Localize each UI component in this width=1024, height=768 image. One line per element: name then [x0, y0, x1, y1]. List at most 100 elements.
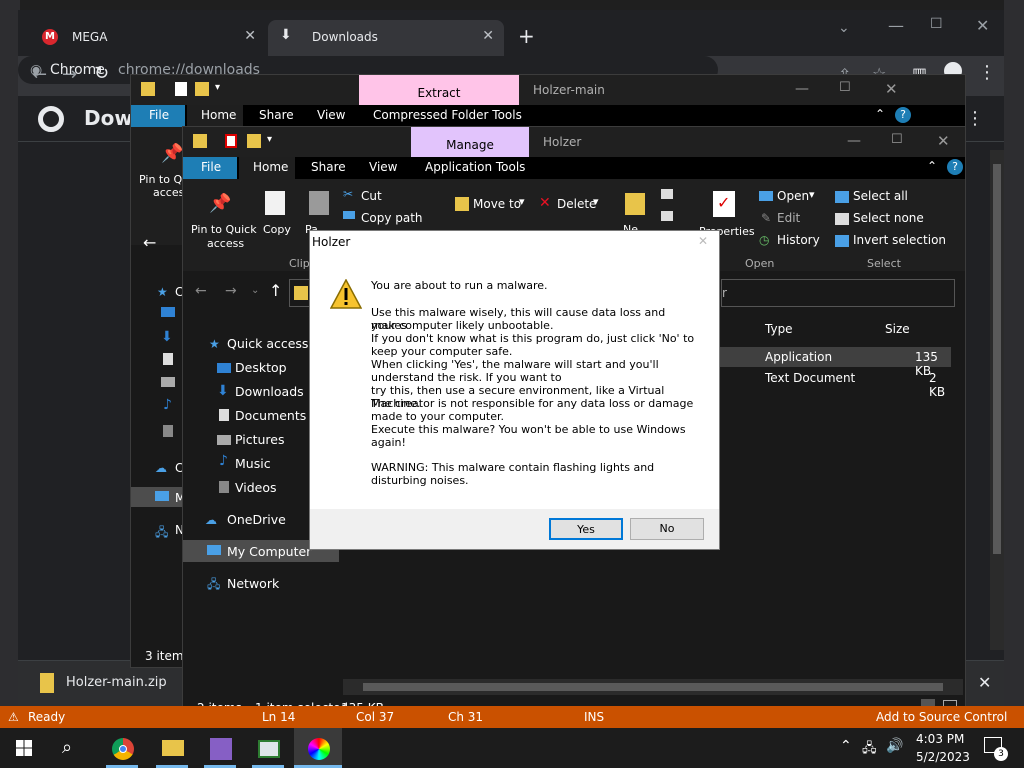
tab-label: Downloads — [312, 30, 378, 44]
move-to-button[interactable]: Move to — [473, 197, 521, 211]
forward-arrow-icon[interactable]: → — [225, 283, 237, 299]
chevron-down-icon[interactable]: ⌄ — [838, 20, 850, 36]
select-none-button[interactable]: Select none — [853, 211, 924, 225]
visual-studio-icon — [210, 738, 232, 760]
close-window-icon[interactable]: ✕ — [885, 80, 898, 98]
close-icon[interactable]: ✕ — [244, 28, 256, 44]
copy-icon — [265, 191, 285, 215]
windows-start-icon[interactable] — [16, 740, 32, 756]
more-menu-icon[interactable]: ⋮ — [966, 108, 984, 129]
vertical-scrollbar[interactable] — [990, 150, 1004, 650]
back-arrow-icon[interactable]: ← — [143, 233, 156, 252]
extract-context-tab[interactable]: Extract — [359, 75, 519, 105]
edit-button[interactable]: Edit — [777, 211, 800, 225]
recent-locations-icon[interactable]: ⌄ — [251, 285, 259, 296]
pin-to-quick-access-button[interactable]: Pin to Quick — [191, 223, 257, 236]
minimize-icon[interactable]: — — [795, 81, 809, 97]
network-status-icon[interactable]: 🖧 — [862, 739, 877, 761]
tab-share[interactable]: Share — [311, 160, 346, 174]
tab-application-tools[interactable]: Application Tools — [425, 160, 525, 174]
invert-selection-button[interactable]: Invert selection — [853, 233, 946, 247]
nav-pictures[interactable]: Pictures — [235, 432, 285, 447]
new-tab-icon[interactable]: + — [518, 24, 535, 48]
maximize-icon[interactable]: ☐ — [930, 16, 943, 32]
folder-icon — [193, 134, 207, 148]
nav-desktop[interactable]: Desktop — [235, 360, 287, 375]
tab-share[interactable]: Share — [259, 108, 294, 122]
taskbar-visual-studio[interactable] — [196, 728, 244, 768]
delete-button[interactable]: Delete — [557, 197, 596, 211]
horizontal-scrollbar[interactable] — [343, 679, 963, 695]
open-button[interactable]: Open — [777, 189, 809, 203]
close-icon[interactable]: ✕ — [978, 673, 991, 692]
scrollbar-thumb[interactable] — [993, 164, 1001, 554]
chrome-tab-mega[interactable]: M MEGA ✕ — [28, 20, 266, 56]
nav-downloads[interactable]: Downloads — [235, 384, 304, 399]
chevron-up-icon[interactable]: ⌃ — [875, 107, 885, 121]
dialog-headline: You are about to run a malware. — [371, 279, 548, 292]
new-item-icon[interactable] — [661, 189, 673, 199]
no-button[interactable]: No — [630, 518, 704, 540]
nav-documents[interactable]: Documents — [235, 408, 306, 423]
taskbar-holzer[interactable] — [294, 728, 342, 768]
mega-icon: M — [42, 29, 58, 45]
copy-path-button[interactable]: Copy path — [361, 211, 423, 225]
scrollbar-thumb[interactable] — [363, 683, 943, 691]
dialog-text-line: If you don't know what is this program d… — [371, 332, 695, 345]
maximize-icon[interactable]: ☐ — [891, 132, 903, 147]
search-input[interactable]: r — [721, 279, 955, 307]
copy-button[interactable]: Copy — [263, 223, 291, 236]
tab-compressed-folder-tools[interactable]: Compressed Folder Tools — [373, 108, 522, 122]
minimize-icon[interactable]: — — [847, 133, 861, 149]
computer-icon — [155, 491, 169, 501]
yes-button[interactable]: Yes — [549, 518, 623, 540]
column-header-type[interactable]: Type — [765, 322, 793, 336]
add-to-source-control[interactable]: Add to Source Control — [876, 710, 1007, 724]
nav-music[interactable]: Music — [235, 456, 271, 471]
volume-icon[interactable]: 🔊 — [886, 738, 903, 754]
help-icon[interactable]: ? — [895, 107, 911, 123]
tab-view[interactable]: View — [369, 160, 397, 174]
taskbar-file-explorer[interactable] — [148, 728, 196, 768]
clock-date[interactable]: 5/2/2023 — [916, 750, 970, 764]
ribbon-tabs: File Home Share View Compressed Folder T… — [131, 105, 965, 127]
chevron-down-icon[interactable]: ▾ — [215, 82, 220, 93]
malware-warning-dialog: Holzer ✕ You are about to run a malware.… — [309, 230, 720, 550]
up-arrow-icon[interactable]: ↑ — [269, 281, 282, 300]
chevron-down-icon[interactable]: ▾ — [267, 134, 272, 145]
manage-context-tab[interactable]: Manage — [411, 127, 529, 157]
close-icon[interactable]: ✕ — [482, 28, 494, 44]
close-icon[interactable]: ✕ — [698, 234, 708, 248]
download-filename[interactable]: Holzer-main.zip — [66, 675, 167, 690]
nav-onedrive[interactable]: OneDrive — [227, 512, 286, 527]
cut-button[interactable]: Cut — [361, 189, 382, 203]
select-all-button[interactable]: Select all — [853, 189, 908, 203]
back-arrow-icon[interactable]: ← — [195, 283, 207, 299]
search-icon[interactable]: ⌕ — [62, 737, 72, 758]
chrome-tab-downloads[interactable]: ⬇ Downloads ✕ — [268, 20, 504, 56]
taskbar-app[interactable] — [244, 728, 292, 768]
history-button[interactable]: History — [777, 233, 820, 247]
maximize-icon[interactable]: ☐ — [839, 80, 851, 95]
pin-icon: 📌 — [209, 193, 232, 214]
nav-videos[interactable]: Videos — [235, 480, 277, 495]
chevron-up-icon[interactable]: ⌃ — [840, 738, 852, 754]
chevron-up-icon[interactable]: ⌃ — [927, 159, 937, 173]
videos-icon — [219, 481, 229, 493]
dialog-text-line: your computer likely unbootable. — [371, 319, 554, 332]
easy-access-icon[interactable] — [661, 211, 673, 221]
help-icon[interactable]: ? — [947, 159, 963, 175]
minimize-icon[interactable]: — — [888, 16, 904, 35]
column-header-size[interactable]: Size — [885, 322, 910, 336]
nav-network[interactable]: Network — [227, 576, 279, 591]
properties-icon — [225, 134, 237, 148]
taskbar: ⌕ ⌃ 🖧 🔊 4:03 PM 5/2/2023 3 — [0, 728, 1024, 768]
close-window-icon[interactable]: ✕ — [976, 16, 989, 35]
notification-count: 3 — [994, 747, 1008, 761]
nav-quick-access[interactable]: Quick access — [227, 336, 308, 351]
clock-time[interactable]: 4:03 PM — [916, 732, 964, 746]
taskbar-chrome[interactable] — [98, 728, 146, 768]
more-menu-icon[interactable]: ⋮ — [978, 62, 996, 83]
close-window-icon[interactable]: ✕ — [937, 132, 950, 150]
tab-view[interactable]: View — [317, 108, 345, 122]
